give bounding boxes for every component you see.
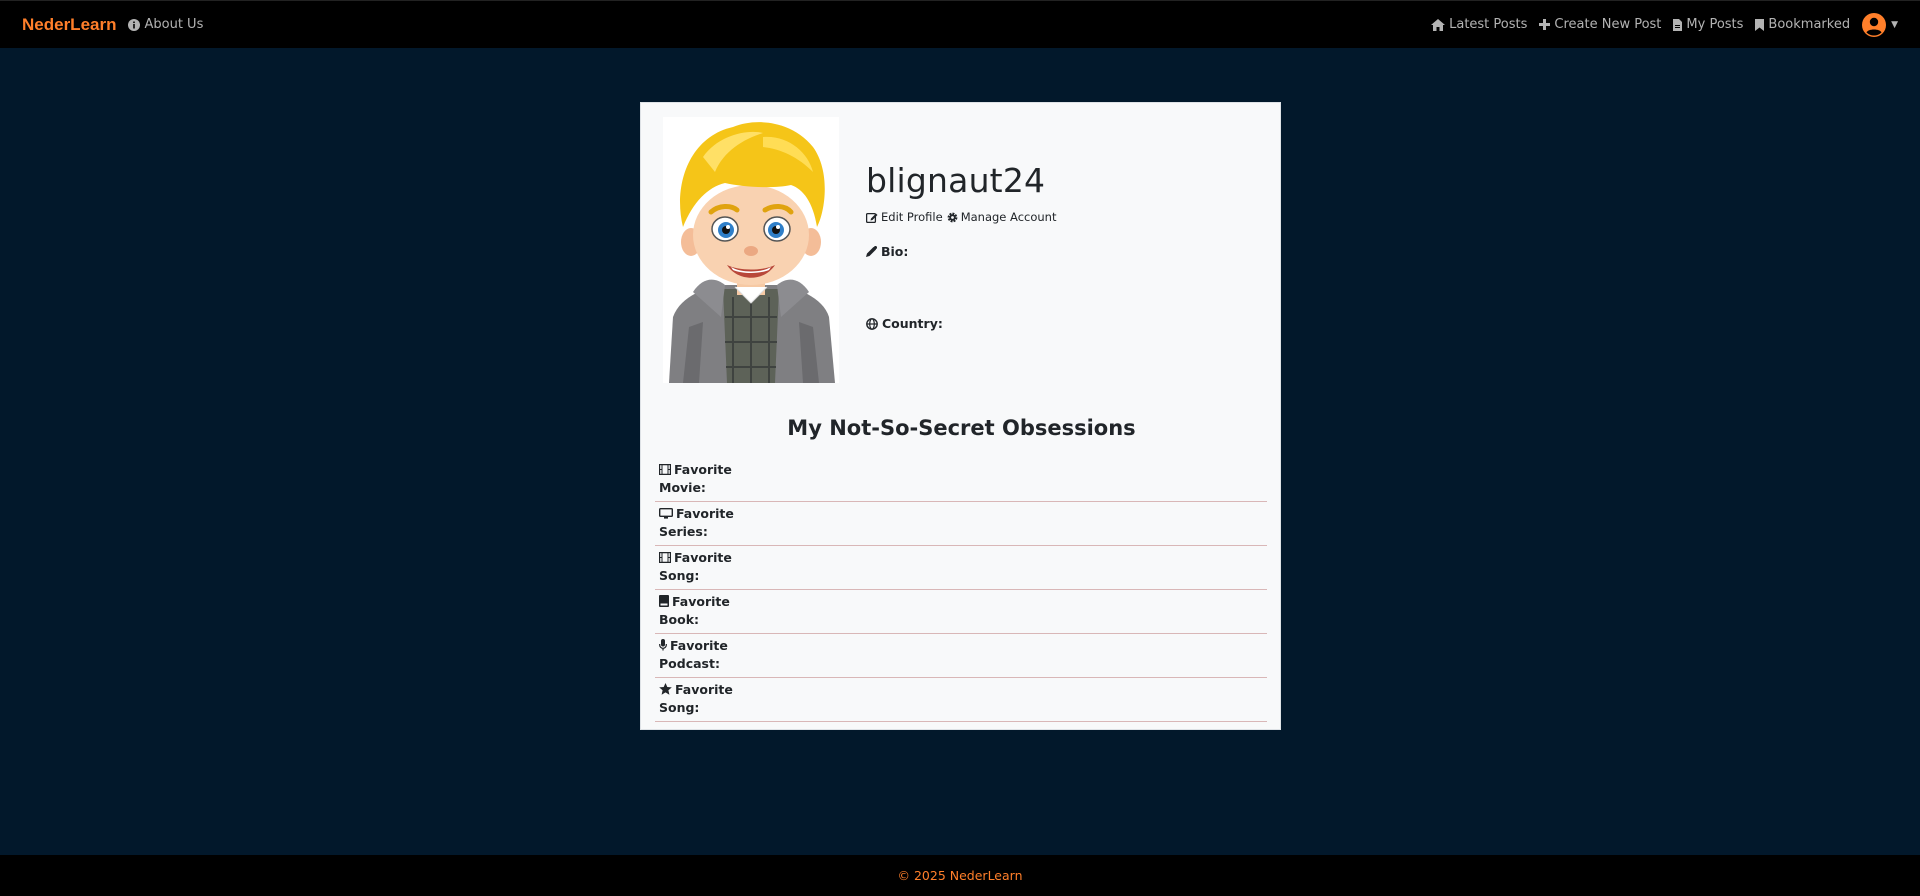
favorite-song-row: Favorite Song: (655, 546, 1267, 590)
profile-info: blignaut24 Edit Profile Manage Account B… (866, 161, 1060, 331)
brand-logo[interactable]: NederLearn (22, 15, 116, 35)
favorite-song-label: Favorite Song: (659, 550, 732, 583)
microphone-icon (659, 639, 667, 651)
edit-icon (866, 212, 878, 223)
country-field: Country: (866, 316, 1060, 331)
info-circle-icon (128, 18, 141, 31)
favorite-movie-label: Favorite Movie: (659, 462, 732, 495)
favorite-series-row: Favorite Series: (655, 502, 1267, 546)
profile-actions: Edit Profile Manage Account (866, 210, 1060, 224)
nav-create-post-label: Create New Post (1554, 17, 1662, 32)
nav-bookmarked[interactable]: Bookmarked (1755, 17, 1850, 32)
film-icon (659, 552, 672, 564)
footer-copyright: © 2025 NederLearn (897, 868, 1023, 883)
favorite-book-row: Favorite Book: (655, 590, 1267, 634)
plus-icon (1539, 19, 1551, 30)
pencil-icon (866, 246, 877, 257)
user-menu-toggle[interactable]: ▼ (1862, 12, 1898, 37)
user-circle-icon (1862, 12, 1887, 37)
bio-label: Bio: (881, 244, 909, 259)
nav-left: NederLearn About Us (22, 15, 203, 35)
film-icon (659, 464, 672, 476)
favorite-movie-row: Favorite Movie: (655, 458, 1267, 502)
bio-field: Bio: (866, 244, 1060, 259)
manage-account-label: Manage Account (960, 210, 1057, 224)
nav-bookmarked-label: Bookmarked (1768, 17, 1851, 32)
top-navbar: NederLearn About Us Latest Posts Create … (0, 0, 1920, 48)
country-label: Country: (882, 316, 943, 331)
bookmark-icon (1755, 18, 1765, 31)
favorite-book-label: Favorite Book: (659, 594, 730, 627)
home-icon (1431, 18, 1446, 31)
file-icon (1673, 18, 1683, 31)
profile-username: blignaut24 (866, 161, 1046, 200)
nav-latest-posts-label: Latest Posts (1449, 17, 1528, 32)
edit-profile-link[interactable]: Edit Profile (866, 210, 943, 224)
nav-my-posts[interactable]: My Posts (1673, 17, 1743, 32)
manage-account-link[interactable]: Manage Account (947, 210, 1057, 224)
profile-card: blignaut24 Edit Profile Manage Account B… (640, 102, 1281, 730)
chevron-down-icon: ▼ (1891, 19, 1898, 30)
favorite-song-2-row: Favorite Song: (655, 678, 1267, 722)
tv-icon (658, 507, 674, 519)
page-footer: © 2025 NederLearn (0, 855, 1920, 896)
obsessions-title: My Not-So-Secret Obsessions (787, 416, 1136, 440)
favorite-series-label: Favorite Series: (658, 506, 734, 539)
profile-avatar (663, 117, 839, 383)
star-icon (659, 683, 672, 695)
favorite-song-2-label: Favorite Song: (659, 682, 733, 715)
book-icon (659, 595, 669, 607)
gear-icon (947, 212, 958, 222)
nav-right: Latest Posts Create New Post My Posts Bo… (1431, 12, 1898, 37)
edit-profile-label: Edit Profile (881, 210, 943, 224)
favorite-podcast-row: Favorite Podcast: (655, 634, 1267, 678)
nav-my-posts-label: My Posts (1686, 17, 1744, 32)
favorites-list: Favorite Movie: Favorite Series: Favorit… (655, 458, 1267, 722)
nav-about-us[interactable]: About Us (128, 17, 203, 32)
globe-icon (866, 317, 878, 330)
nav-about-us-label: About Us (144, 17, 204, 32)
favorite-podcast-label: Favorite Podcast: (659, 638, 728, 671)
nav-create-post[interactable]: Create New Post (1539, 17, 1661, 32)
nav-latest-posts[interactable]: Latest Posts (1431, 17, 1527, 32)
